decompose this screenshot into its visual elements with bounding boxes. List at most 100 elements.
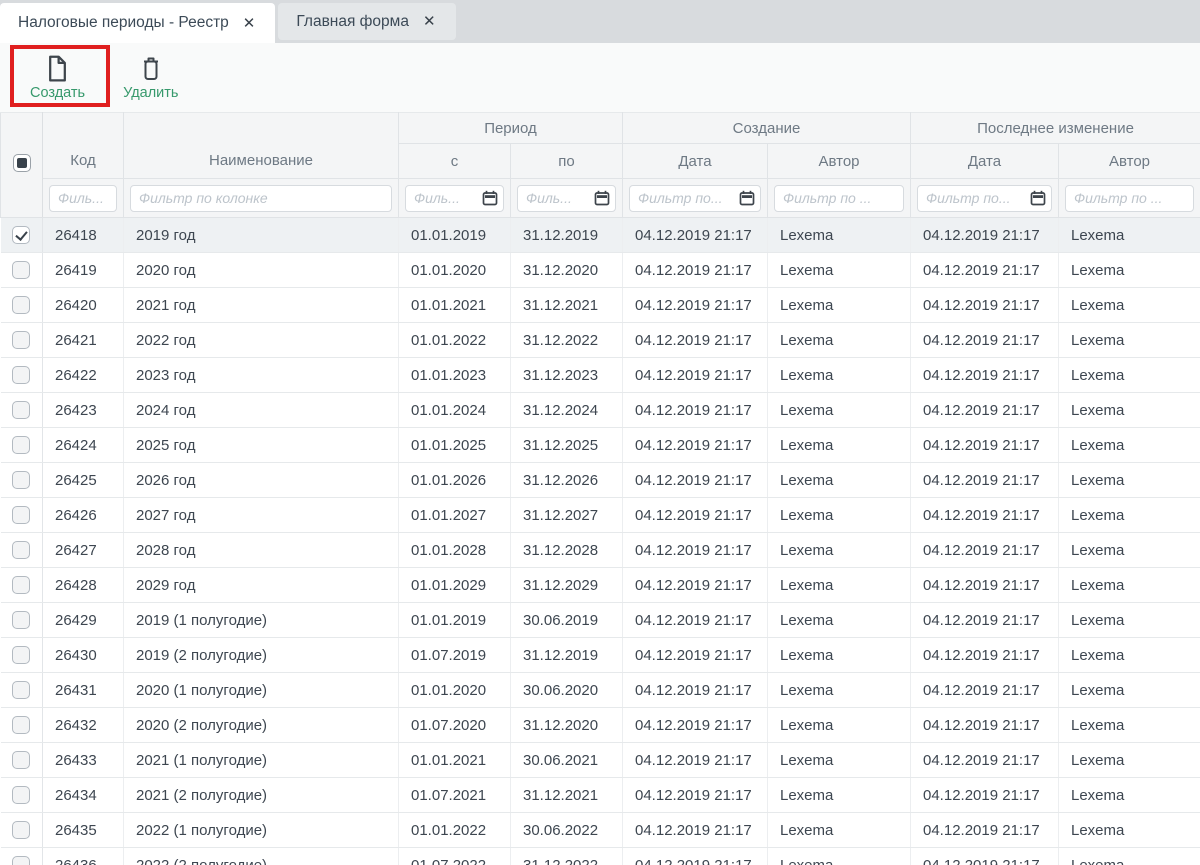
table-row[interactable]: 26424 2025 год 01.01.2025 31.12.2025 04.… [1,428,1200,463]
row-checkbox[interactable] [12,646,30,664]
row-checkbox[interactable] [12,366,30,384]
table-row[interactable]: 26421 2022 год 01.01.2022 31.12.2022 04.… [1,323,1200,358]
table-row[interactable]: 26436 2022 (2 полугодие) 01.07.2022 31.1… [1,848,1200,865]
calendar-icon[interactable] [739,190,755,206]
row-checkbox[interactable] [12,296,30,314]
column-header-created-author[interactable]: Автор [768,144,911,179]
close-icon[interactable]: ✕ [421,12,438,31]
cell-created-author: Lexema [768,708,911,743]
row-checkbox[interactable] [12,471,30,489]
row-checkbox[interactable] [12,821,30,839]
cell-created-author: Lexema [768,673,911,708]
cell-period-from: 01.01.2029 [399,568,511,603]
row-checkbox[interactable] [12,856,30,865]
cell-period-to: 31.12.2028 [511,533,623,568]
close-icon[interactable]: ✕ [241,14,258,33]
cell-created-date: 04.12.2019 21:17 [623,848,768,865]
table-row[interactable]: 26419 2020 год 01.01.2020 31.12.2020 04.… [1,253,1200,288]
row-checkbox[interactable] [12,576,30,594]
row-checkbox-cell [1,603,43,638]
table-row[interactable]: 26423 2024 год 01.01.2024 31.12.2024 04.… [1,393,1200,428]
column-header-name[interactable]: Наименование [124,113,399,179]
cell-modified-author: Lexema [1059,218,1200,253]
row-checkbox[interactable] [12,436,30,454]
calendar-icon[interactable] [482,190,498,206]
cell-code: 26429 [43,603,124,638]
row-checkbox[interactable] [12,261,30,279]
cell-modified-author: Lexema [1059,568,1200,603]
row-checkbox-cell [1,743,43,778]
cell-modified-date: 04.12.2019 21:17 [911,743,1059,778]
cell-created-author: Lexema [768,533,911,568]
table-row[interactable]: 26427 2028 год 01.01.2028 31.12.2028 04.… [1,533,1200,568]
create-button[interactable]: Создать [26,55,89,101]
table-header: Код Наименование Период Создание Последн… [1,113,1200,218]
row-checkbox[interactable] [12,226,30,244]
row-checkbox-cell [1,533,43,568]
cell-period-from: 01.01.2025 [399,428,511,463]
filter-name-input[interactable] [130,185,392,212]
cell-code: 26424 [43,428,124,463]
cell-code: 26418 [43,218,124,253]
cell-created-author: Lexema [768,568,911,603]
cell-created-date: 04.12.2019 21:17 [623,568,768,603]
column-header-modified-date[interactable]: Дата [911,144,1059,179]
cell-modified-date: 04.12.2019 21:17 [911,813,1059,848]
row-checkbox-cell [1,288,43,323]
tab-main-form[interactable]: Главная форма ✕ [278,3,455,40]
table-row[interactable]: 26422 2023 год 01.01.2023 31.12.2023 04.… [1,358,1200,393]
calendar-icon[interactable] [594,190,610,206]
row-checkbox[interactable] [12,786,30,804]
table-row[interactable]: 26425 2026 год 01.01.2026 31.12.2026 04.… [1,463,1200,498]
row-checkbox[interactable] [12,751,30,769]
cell-created-date: 04.12.2019 21:17 [623,323,768,358]
cell-period-to: 31.12.2027 [511,498,623,533]
tab-bar: Налоговые периоды - Реестр ✕ Главная фор… [0,0,1200,43]
row-checkbox[interactable] [12,401,30,419]
table-row[interactable]: 26430 2019 (2 полугодие) 01.07.2019 31.1… [1,638,1200,673]
filter-created-author-input[interactable] [774,185,904,212]
table-row[interactable]: 26433 2021 (1 полугодие) 01.01.2021 30.0… [1,743,1200,778]
row-checkbox[interactable] [12,331,30,349]
table-row[interactable]: 26434 2021 (2 полугодие) 01.07.2021 31.1… [1,778,1200,813]
filter-modified-author-input[interactable] [1065,185,1194,212]
cell-modified-date: 04.12.2019 21:17 [911,218,1059,253]
cell-created-author: Lexema [768,498,911,533]
cell-period-from: 01.07.2022 [399,848,511,865]
table-row[interactable]: 26431 2020 (1 полугодие) 01.01.2020 30.0… [1,673,1200,708]
calendar-icon[interactable] [1030,190,1046,206]
column-header-code[interactable]: Код [43,113,124,179]
cell-modified-author: Lexema [1059,638,1200,673]
cell-created-date: 04.12.2019 21:17 [623,743,768,778]
column-header-to[interactable]: по [511,144,623,179]
cell-code: 26425 [43,463,124,498]
table-row[interactable]: 26428 2029 год 01.01.2029 31.12.2029 04.… [1,568,1200,603]
cell-period-from: 01.01.2021 [399,743,511,778]
tax-periods-table: Код Наименование Период Создание Последн… [0,112,1200,865]
table-row[interactable]: 26418 2019 год 01.01.2019 31.12.2019 04.… [1,218,1200,253]
row-checkbox[interactable] [12,611,30,629]
delete-button[interactable]: Удалить [119,55,182,101]
row-checkbox[interactable] [12,506,30,524]
cell-period-from: 01.01.2022 [399,323,511,358]
cell-modified-author: Lexema [1059,463,1200,498]
table-row[interactable]: 26426 2027 год 01.01.2027 31.12.2027 04.… [1,498,1200,533]
column-header-modified-author[interactable]: Автор [1059,144,1200,179]
filter-code-input[interactable] [49,185,117,212]
row-checkbox[interactable] [12,541,30,559]
tab-tax-periods[interactable]: Налоговые периоды - Реестр ✕ [0,3,275,43]
cell-period-from: 01.01.2023 [399,358,511,393]
table-row[interactable]: 26429 2019 (1 полугодие) 01.01.2019 30.0… [1,603,1200,638]
table-row[interactable]: 26420 2021 год 01.01.2021 31.12.2021 04.… [1,288,1200,323]
table-body: 26418 2019 год 01.01.2019 31.12.2019 04.… [1,218,1200,865]
row-checkbox[interactable] [12,716,30,734]
table-row[interactable]: 26432 2020 (2 полугодие) 01.07.2020 31.1… [1,708,1200,743]
column-header-from[interactable]: с [399,144,511,179]
table-row[interactable]: 26435 2022 (1 полугодие) 01.01.2022 30.0… [1,813,1200,848]
cell-period-from: 01.01.2021 [399,288,511,323]
row-checkbox[interactable] [12,681,30,699]
cell-modified-date: 04.12.2019 21:17 [911,358,1059,393]
select-all-checkbox[interactable] [13,154,31,172]
column-header-created-date[interactable]: Дата [623,144,768,179]
cell-code: 26432 [43,708,124,743]
